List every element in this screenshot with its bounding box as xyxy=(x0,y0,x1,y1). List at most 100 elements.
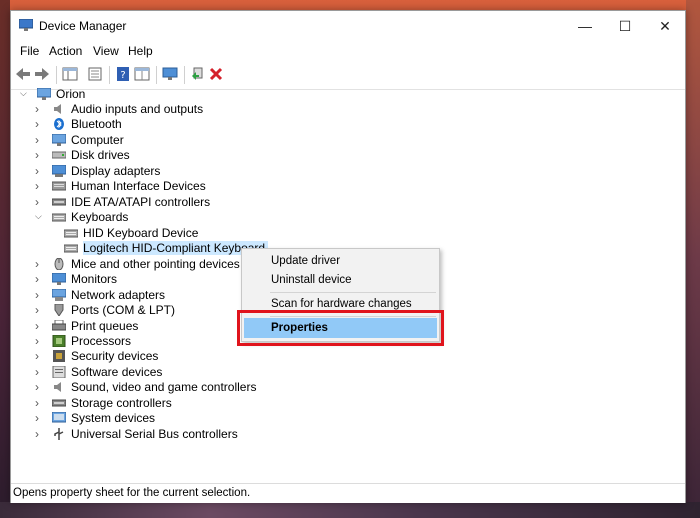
tree-item-system[interactable]: › System devices xyxy=(35,410,155,425)
system-device-icon xyxy=(52,411,66,422)
speaker-icon xyxy=(54,103,61,114)
tree-item-label: Audio inputs and outputs xyxy=(71,101,204,116)
chevron-right-icon[interactable]: › xyxy=(35,411,47,425)
chevron-down-icon[interactable]: ⌵ xyxy=(20,88,32,99)
context-menu-separator xyxy=(270,292,436,293)
forward-arrow-icon[interactable] xyxy=(34,66,50,82)
tree-item-label: Security devices xyxy=(71,348,159,363)
background-left xyxy=(0,0,10,518)
show-hide-tree-icon[interactable] xyxy=(62,66,78,82)
chevron-right-icon[interactable]: › xyxy=(35,195,47,209)
tree-item-ports[interactable]: › Ports (COM & LPT) xyxy=(35,302,175,317)
computer-icon xyxy=(52,133,66,146)
uninstall-icon[interactable] xyxy=(208,66,224,82)
chevron-right-icon[interactable]: › xyxy=(35,117,47,131)
tree-item-network[interactable]: › Network adapters xyxy=(35,287,165,302)
toolbar: ? xyxy=(11,61,685,90)
update-driver-icon[interactable] xyxy=(190,66,206,82)
keyboard-icon xyxy=(64,229,78,237)
menu-view[interactable]: View xyxy=(93,44,119,58)
chevron-right-icon[interactable]: › xyxy=(35,303,47,317)
chevron-right-icon[interactable]: › xyxy=(35,272,47,286)
tree-item-label: Processors xyxy=(71,333,132,348)
status-text: Opens property sheet for the current sel… xyxy=(13,487,251,499)
tree-item-bluetooth[interactable]: › Bluetooth xyxy=(35,116,122,131)
tree-item-sound[interactable]: › Sound, video and game controllers xyxy=(35,379,256,394)
chevron-right-icon[interactable]: › xyxy=(35,334,47,348)
usb-icon xyxy=(54,427,64,440)
keyboard-icon xyxy=(52,213,66,221)
keyboard-icon xyxy=(64,244,78,252)
chevron-right-icon[interactable]: › xyxy=(35,102,47,116)
tree-item-usb[interactable]: › Universal Serial Bus controllers xyxy=(35,426,238,441)
annotation-highlight-box xyxy=(237,310,444,346)
chevron-right-icon[interactable]: › xyxy=(35,380,47,394)
tree-item-software[interactable]: › Software devices xyxy=(35,364,162,379)
tree-item-mice[interactable]: › Mice and other pointing devices xyxy=(35,256,240,271)
tree-item-keyboards[interactable]: ⌵ Keyboards xyxy=(35,209,128,224)
ide-controller-icon xyxy=(52,198,66,205)
security-device-icon xyxy=(53,349,65,362)
hid-icon xyxy=(52,181,66,190)
monitor-scan-icon[interactable] xyxy=(162,66,178,82)
chevron-right-icon[interactable]: › xyxy=(35,288,47,302)
svg-text:?: ? xyxy=(120,70,125,81)
minimize-button[interactable]: — xyxy=(565,11,605,41)
context-menu-uninstall-device[interactable]: Uninstall device xyxy=(244,270,437,290)
tree-item-label: Sound, video and game controllers xyxy=(71,379,257,394)
tree-item-display-adapters[interactable]: › Display adapters xyxy=(35,163,160,178)
tree-item-audio[interactable]: › Audio inputs and outputs xyxy=(35,101,203,116)
tree-item-disk-drives[interactable]: › Disk drives xyxy=(35,147,130,162)
disk-drive-icon xyxy=(52,151,66,158)
chevron-right-icon[interactable]: › xyxy=(35,427,47,441)
tree-item-label: Software devices xyxy=(71,364,163,379)
tree-item-label: Storage controllers xyxy=(71,395,172,410)
tree-item-logitech-keyboard[interactable]: Logitech HID-Compliant Keyboard xyxy=(64,240,269,255)
tree-item-ide[interactable]: › IDE ATA/ATAPI controllers xyxy=(35,194,210,209)
tree-item-label: Human Interface Devices xyxy=(71,178,206,193)
tree-item-hid-keyboard[interactable]: HID Keyboard Device xyxy=(64,225,198,240)
chevron-right-icon[interactable]: › xyxy=(35,319,47,333)
maximize-button[interactable]: ☐ xyxy=(605,11,645,41)
tree-item-print-queues[interactable]: › Print queues xyxy=(35,318,138,333)
chevron-right-icon[interactable]: › xyxy=(35,257,47,271)
tree-root[interactable]: ⌵ Orion xyxy=(20,86,85,101)
tree-root-label: Orion xyxy=(56,86,86,101)
speaker-icon xyxy=(54,381,61,392)
menu-help[interactable]: Help xyxy=(128,44,153,58)
tree-item-storage[interactable]: › Storage controllers xyxy=(35,395,172,410)
context-menu-update-driver[interactable]: Update driver xyxy=(244,251,437,271)
printer-icon xyxy=(52,319,66,330)
chevron-right-icon[interactable]: › xyxy=(35,164,47,178)
tree-item-label: Print queues xyxy=(71,318,139,333)
menu-file[interactable]: File xyxy=(20,44,39,58)
mouse-icon xyxy=(54,257,64,270)
display-adapter-icon xyxy=(52,164,66,177)
close-button[interactable]: ✕ xyxy=(645,11,685,41)
chevron-right-icon[interactable]: › xyxy=(35,349,47,363)
tree-item-label: Bluetooth xyxy=(71,116,122,131)
toolbar-separator xyxy=(56,66,57,84)
tree-item-processors[interactable]: › Processors xyxy=(35,333,131,348)
back-arrow-icon[interactable] xyxy=(15,66,31,82)
chevron-right-icon[interactable]: › xyxy=(35,133,47,147)
menu-action[interactable]: Action xyxy=(49,44,82,58)
tree-item-hid[interactable]: › Human Interface Devices xyxy=(35,178,206,193)
chevron-down-icon[interactable]: ⌵ xyxy=(35,211,47,222)
chevron-right-icon[interactable]: › xyxy=(35,179,47,193)
tree-item-label: Computer xyxy=(71,132,124,147)
tree-item-security[interactable]: › Security devices xyxy=(35,348,158,363)
chevron-right-icon[interactable]: › xyxy=(35,148,47,162)
properties-sheet-icon[interactable] xyxy=(87,66,103,82)
port-icon xyxy=(54,303,64,316)
chevron-right-icon[interactable]: › xyxy=(35,365,47,379)
toolbar-separator xyxy=(184,66,185,84)
tree-item-monitors[interactable]: › Monitors xyxy=(35,271,117,286)
tree-item-label: IDE ATA/ATAPI controllers xyxy=(71,194,211,209)
tree-item-label: Display adapters xyxy=(71,163,161,178)
help-icon[interactable]: ? xyxy=(115,66,131,82)
view-icon[interactable] xyxy=(134,66,150,82)
tree-item-label: Ports (COM & LPT) xyxy=(71,302,176,317)
tree-item-computer[interactable]: › Computer xyxy=(35,132,124,147)
chevron-right-icon[interactable]: › xyxy=(35,396,47,410)
